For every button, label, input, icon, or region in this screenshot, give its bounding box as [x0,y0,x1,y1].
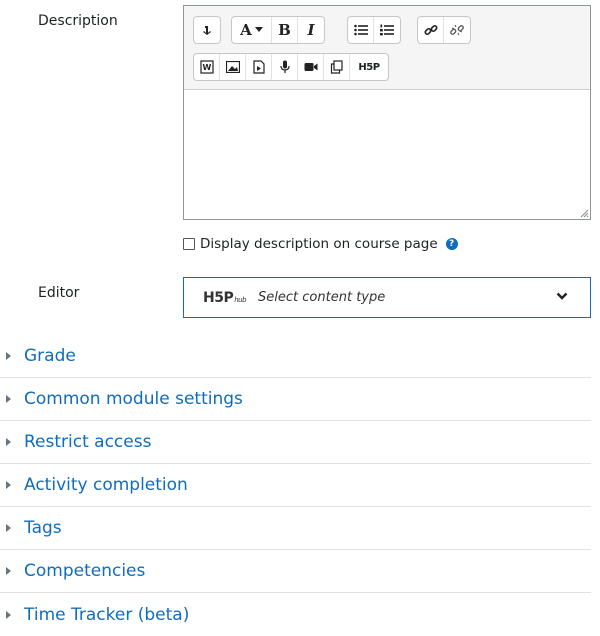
insert-h5p-button[interactable]: H5P [350,54,388,80]
section-label[interactable]: Time Tracker (beta) [24,605,189,625]
ordered-list-button[interactable] [374,17,400,43]
display-description-checkbox[interactable] [183,238,195,250]
bold-button[interactable]: B [272,17,298,43]
record-video-button[interactable] [298,54,324,80]
image-icon [225,61,240,73]
microphone-icon [279,60,290,73]
paragraph-style-button[interactable]: A [232,17,272,43]
section-tags[interactable]: Tags [0,507,591,550]
file-media-icon [252,60,265,74]
video-camera-icon [304,63,317,71]
select-placeholder: Select content type [258,290,386,305]
caret-right-icon [6,524,11,532]
caret-right-icon [6,395,11,403]
bold-icon: B [278,21,291,39]
toolbar-group-collapse [193,16,221,44]
italic-button[interactable]: I [298,17,324,43]
display-description-label[interactable]: Display description on course page [200,236,438,252]
caret-right-icon [6,567,11,575]
description-textarea[interactable] [184,90,590,219]
section-time-tracker[interactable]: Time Tracker (beta) [0,593,591,636]
toolbar-group-links [417,16,471,44]
chevron-down-icon [556,292,568,300]
h5p-hub-logo: H5P hub [203,289,247,306]
section-activity-completion[interactable]: Activity completion [0,464,591,507]
svg-text:W: W [202,63,211,72]
bullet-list-icon [353,24,368,36]
numbered-list-icon [380,24,394,36]
manage-files-button[interactable] [324,54,350,80]
insert-media-button[interactable] [246,54,272,80]
caret-right-icon [6,438,11,446]
insert-image-button[interactable] [220,54,246,80]
section-label[interactable]: Activity completion [24,475,188,495]
section-label[interactable]: Competencies [24,561,145,581]
chevron-down-icon [254,27,263,32]
question-circle-icon[interactable]: ? [445,238,458,250]
section-common-module-settings[interactable]: Common module settings [0,378,591,421]
record-audio-button[interactable] [272,54,298,80]
h5p-logo-sub: hub [234,295,247,304]
caret-right-icon [6,352,11,360]
show-more-buttons[interactable] [194,17,220,43]
toolbar-group-lists [347,16,401,44]
h5p-icon: H5P [358,61,380,73]
font-style-icon: A [240,21,252,39]
unlink-button[interactable] [444,17,470,43]
display-description-row: Display description on course page ? [183,236,458,252]
caret-right-icon [6,610,11,619]
toolbar-group-style: A B I [231,16,325,44]
section-label[interactable]: Common module settings [24,389,243,409]
description-label: Description [38,13,118,29]
h5p-logo-text: H5P [203,289,234,306]
word-import-button[interactable]: W [194,54,220,80]
unlink-icon [450,24,464,36]
italic-icon: I [307,21,315,39]
section-label[interactable]: Tags [24,518,62,538]
link-icon [423,24,438,36]
word-import-icon: W [199,60,214,74]
link-button[interactable] [418,17,444,43]
copy-files-icon [330,60,343,74]
resize-handle-icon[interactable] [579,208,589,218]
section-label[interactable]: Restrict access [24,432,151,452]
unordered-list-button[interactable] [348,17,374,43]
section-restrict-access[interactable]: Restrict access [0,421,591,464]
editor-label: Editor [38,285,80,301]
caret-right-icon [6,481,11,489]
toolbar-group-media: W H5P [193,53,389,81]
section-grade[interactable]: Grade [0,335,591,378]
section-label[interactable]: Grade [24,346,76,366]
collapse-arrow-icon [203,26,211,35]
editor-toolbar: A B I W H5P [184,6,590,90]
description-editor: A B I W H5P [183,5,591,220]
section-competencies[interactable]: Competencies [0,550,591,593]
h5p-content-type-select[interactable]: H5P hub Select content type [183,277,591,318]
